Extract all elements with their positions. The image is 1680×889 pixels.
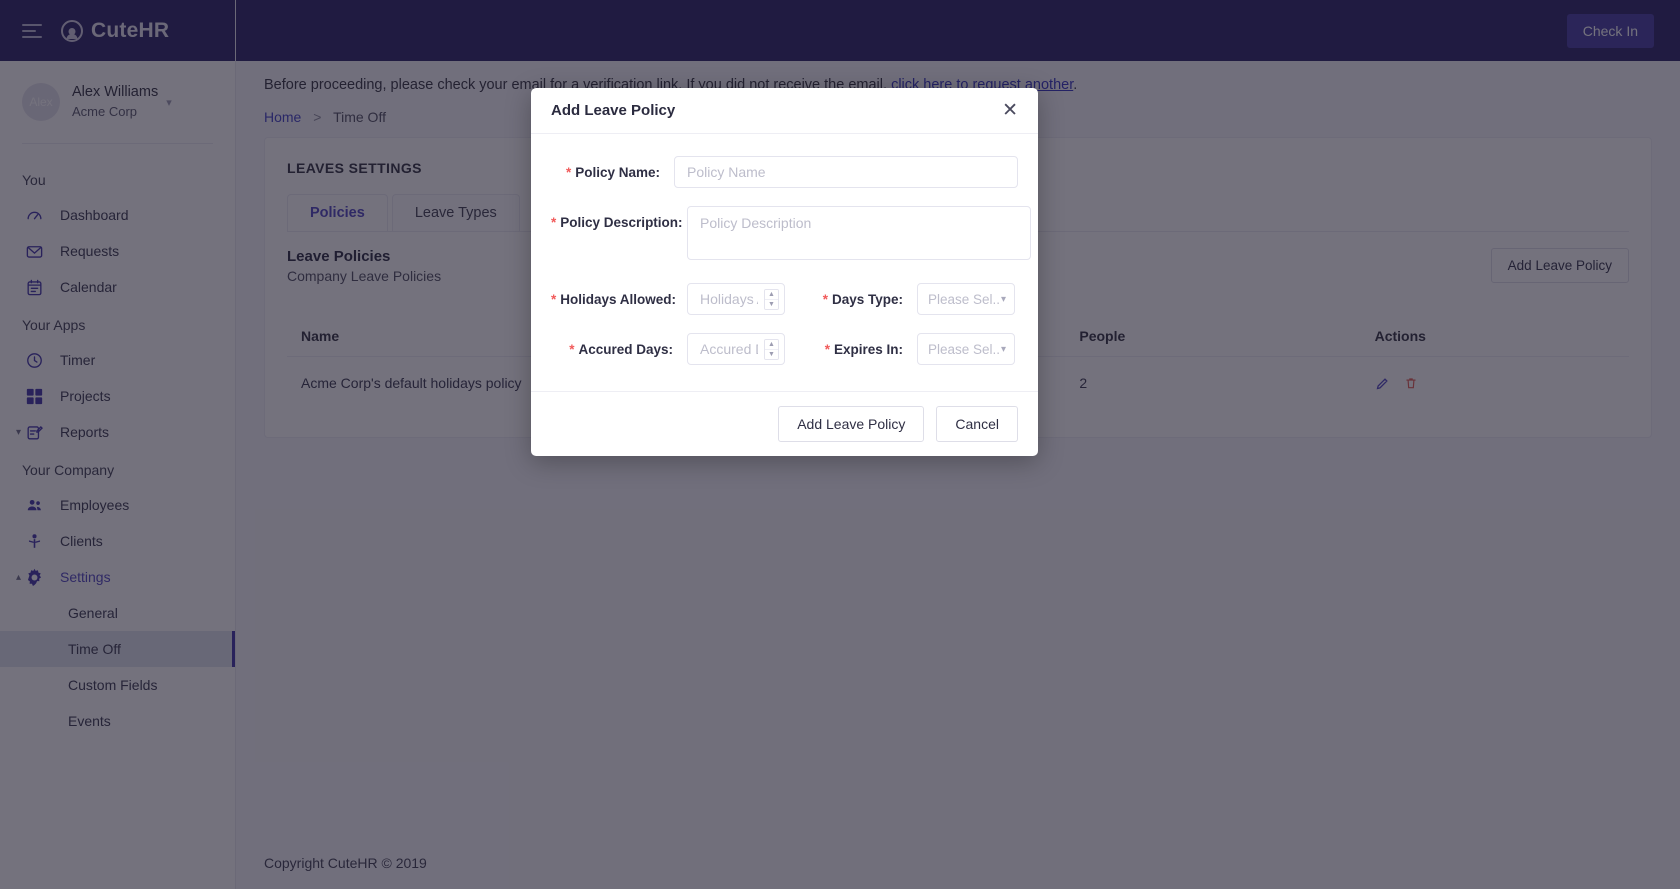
label-text: Expires In: bbox=[833, 342, 903, 357]
required-asterisk: * bbox=[822, 292, 828, 307]
label-holidays-allowed: * Holidays Allowed: bbox=[551, 283, 677, 307]
modal-body: *Policy Name: *Policy Description: *Holi… bbox=[531, 134, 1038, 391]
label-text: Accured Days: bbox=[578, 342, 673, 357]
required-asterisk: * bbox=[551, 292, 557, 307]
label-expires-in: * Expires In: bbox=[811, 333, 903, 357]
field-row-policy-name: * Policy Name: bbox=[551, 156, 1018, 188]
expires-in-select[interactable]: Please Sel... ▾ bbox=[917, 333, 1015, 365]
days-type-selected-value: Please Sel... bbox=[928, 291, 1001, 307]
required-asterisk: * bbox=[565, 165, 572, 180]
stepper-up-icon[interactable]: ▲ bbox=[765, 290, 778, 300]
field-row-policy-description: * Policy Description: bbox=[551, 206, 1031, 265]
chevron-down-icon: ▾ bbox=[1000, 343, 1006, 355]
field-row-holidays-days-type: *Holidays Allowed: ▲ ▼ *Days Type: Pleas… bbox=[551, 283, 1018, 315]
stepper-buttons[interactable]: ▲ ▼ bbox=[764, 289, 779, 310]
label-policy-description: * Policy Description: bbox=[551, 206, 683, 230]
label-days-type: * Days Type: bbox=[811, 283, 903, 307]
stepper-buttons[interactable]: ▲ ▼ bbox=[764, 339, 779, 360]
label-text: Days Type: bbox=[831, 292, 903, 307]
label-policy-name: * Policy Name: bbox=[551, 156, 660, 180]
modal-footer: Add Leave Policy Cancel bbox=[531, 391, 1038, 456]
label-text: Policy Description: bbox=[560, 215, 683, 230]
accured-days-stepper[interactable]: ▲ ▼ bbox=[687, 333, 785, 365]
policy-name-input[interactable] bbox=[674, 156, 1018, 188]
required-asterisk: * bbox=[569, 342, 575, 357]
holidays-allowed-stepper[interactable]: ▲ ▼ bbox=[687, 283, 785, 315]
label-text: Holidays Allowed: bbox=[560, 292, 677, 307]
close-icon[interactable]: ✕ bbox=[998, 99, 1022, 122]
required-asterisk: * bbox=[824, 342, 830, 357]
policy-description-input[interactable] bbox=[687, 206, 1031, 260]
modal-header: Add Leave Policy ✕ bbox=[531, 88, 1038, 134]
add-leave-policy-modal: Add Leave Policy ✕ *Policy Name: *Policy… bbox=[531, 88, 1038, 456]
expires-in-selected-value: Please Sel... bbox=[928, 341, 1001, 357]
label-text: Policy Name: bbox=[575, 165, 660, 180]
stepper-down-icon[interactable]: ▼ bbox=[765, 300, 778, 309]
required-asterisk: * bbox=[551, 215, 557, 230]
stepper-up-icon[interactable]: ▲ bbox=[765, 340, 778, 350]
days-type-select[interactable]: Please Sel... ▾ bbox=[917, 283, 1015, 315]
stepper-down-icon[interactable]: ▼ bbox=[765, 350, 778, 359]
field-row-accured-expires: *Accured Days: ▲ ▼ *Expires In: Please S… bbox=[551, 333, 1018, 365]
chevron-down-icon: ▾ bbox=[1000, 293, 1006, 305]
label-accured-days: * Accured Days: bbox=[551, 333, 673, 357]
modal-title: Add Leave Policy bbox=[551, 102, 676, 119]
submit-add-leave-policy-button[interactable]: Add Leave Policy bbox=[778, 406, 925, 442]
cancel-button[interactable]: Cancel bbox=[936, 406, 1018, 442]
